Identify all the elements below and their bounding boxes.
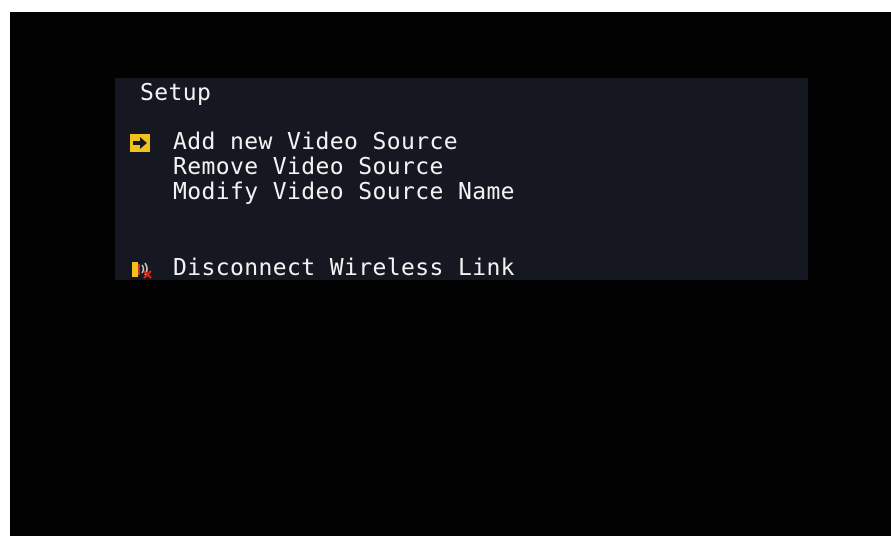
setup-menu-panel: Setup Add new Video Source Remove Video … bbox=[115, 78, 808, 280]
menu-item-remove-video-source[interactable]: Remove Video Source bbox=[173, 155, 444, 179]
menu-item-modify-video-source-name[interactable]: Modify Video Source Name bbox=[173, 180, 515, 204]
menu-title: Setup bbox=[140, 80, 212, 106]
tv-screen: Setup Add new Video Source Remove Video … bbox=[10, 12, 891, 536]
disconnect-wireless-icon bbox=[131, 259, 153, 279]
menu-item-add-video-source[interactable]: Add new Video Source bbox=[173, 130, 458, 154]
menu-item-disconnect-wireless-link[interactable]: Disconnect Wireless Link bbox=[173, 256, 515, 280]
arrow-right-icon bbox=[130, 134, 150, 152]
